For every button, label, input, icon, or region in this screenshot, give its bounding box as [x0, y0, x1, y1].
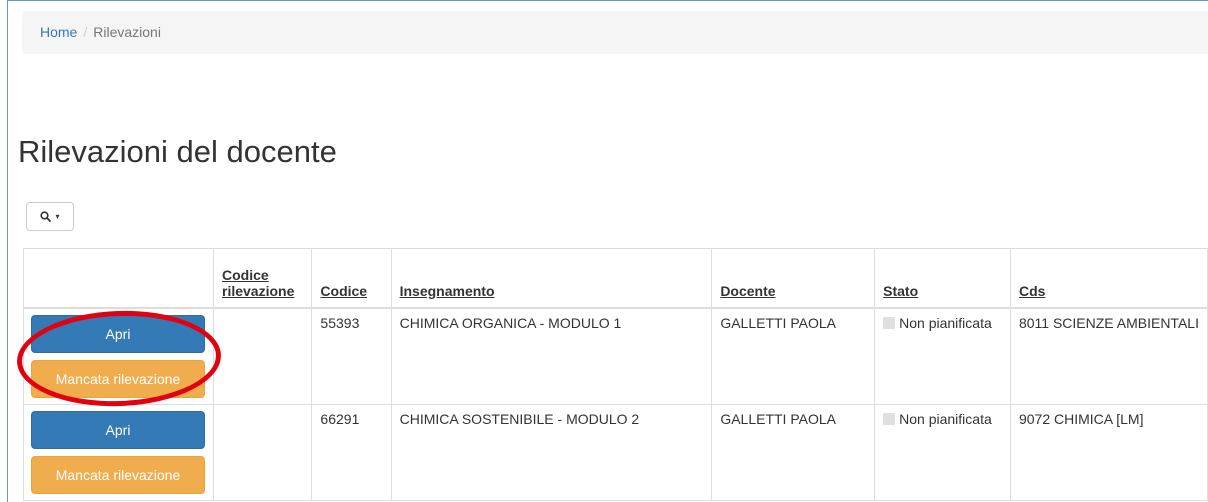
codice-rilevazione-cell: [212, 307, 313, 405]
mancata-rilevazione-button[interactable]: Mancata rilevazione: [31, 455, 205, 494]
search-toggle-button[interactable]: ▾: [26, 202, 74, 231]
breadcrumb: Home / Rilevazioni: [22, 11, 1208, 54]
stato-label: Non pianificata: [899, 314, 992, 331]
status-indicator-icon: [883, 412, 896, 425]
codice-rilevazione-cell: [212, 403, 313, 501]
table-row: Apri Mancata rilevazione 55393 CHIMICA O…: [23, 307, 1208, 405]
insegnamento-cell: CHIMICA SOSTENIBILE - MODULO 2: [390, 403, 713, 501]
cds-cell: 9072 CHIMICA [LM]: [1009, 403, 1208, 501]
header-actions: [23, 248, 214, 309]
header-cds[interactable]: Cds: [1009, 248, 1208, 309]
docente-cell: GALLETTI PAOLA: [711, 403, 876, 501]
codice-cell: 66291: [311, 403, 392, 501]
codice-cell: 55393: [311, 307, 392, 405]
page-title: Rilevazioni del docente: [18, 134, 337, 169]
apri-button[interactable]: Apri: [31, 314, 205, 353]
header-insegnamento[interactable]: Insegnamento: [390, 248, 713, 309]
docente-cell: GALLETTI PAOLA: [711, 307, 876, 405]
stato-cell: Non pianificata: [874, 307, 1011, 405]
breadcrumb-separator: /: [83, 24, 88, 40]
status-indicator-icon: [883, 316, 896, 329]
table-row: Apri Mancata rilevazione 66291 CHIMICA S…: [23, 403, 1208, 501]
breadcrumb-home-link[interactable]: Home: [40, 24, 77, 40]
header-codice-rilevazione[interactable]: Codice rilevazione: [212, 248, 313, 309]
header-docente[interactable]: Docente: [711, 248, 876, 309]
header-codice-rilevazione-line1: Codice: [222, 266, 269, 283]
stato-cell: Non pianificata: [874, 403, 1011, 501]
apri-button[interactable]: Apri: [31, 410, 205, 449]
row-actions-cell: Apri Mancata rilevazione: [23, 403, 214, 501]
stato-label: Non pianificata: [899, 410, 992, 427]
row-actions-cell: Apri Mancata rilevazione: [23, 307, 214, 405]
header-stato[interactable]: Stato: [874, 248, 1011, 309]
chevron-down-icon: ▾: [55, 212, 60, 221]
rilevazioni-table: Codice rilevazione Codice Insegnamento Do…: [23, 248, 1208, 501]
table-header-row: Codice rilevazione Codice Insegnamento Do…: [23, 248, 1208, 309]
header-codice[interactable]: Codice: [311, 248, 392, 309]
header-codice-rilevazione-line2: rilevazione: [222, 282, 295, 299]
insegnamento-cell: CHIMICA ORGANICA - MODULO 1: [390, 307, 713, 405]
breadcrumb-current: Rilevazioni: [93, 24, 161, 40]
cds-cell: 8011 SCIENZE AMBIENTALI: [1009, 307, 1208, 405]
mancata-rilevazione-button[interactable]: Mancata rilevazione: [31, 359, 205, 398]
search-icon: [40, 211, 52, 222]
